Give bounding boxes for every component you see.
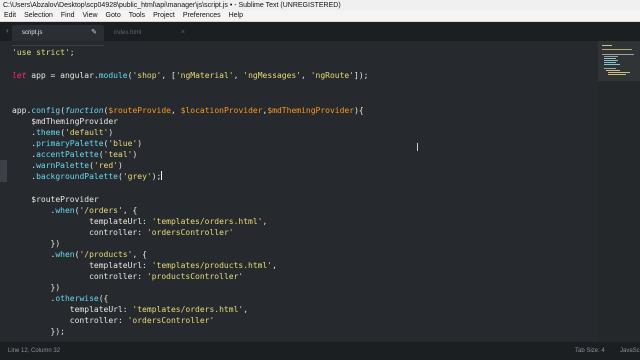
tab-script-js[interactable]: script.js ✎: [12, 25, 104, 41]
minimap-line: [602, 49, 632, 50]
minimap-line: [608, 74, 626, 75]
tab-scroll-left-icon[interactable]: ‹: [6, 26, 9, 35]
minimap-line: [604, 68, 616, 69]
fold-underline: [12, 45, 104, 46]
tab-bar: ‹ script.js ✎ index.html ×: [0, 22, 640, 41]
gutter-marker: [0, 160, 7, 171]
menu-preferences[interactable]: Preferences: [179, 11, 225, 21]
code-line-20: templateUrl: 'templates/products.html',: [12, 261, 277, 270]
code-line-25: controller: 'ordersController': [12, 316, 215, 325]
minimap-line: [606, 70, 620, 71]
code-line-9: .primaryPalette('blue'): [12, 139, 143, 148]
tab-label: index.html: [114, 30, 142, 36]
code-line-15: .when('/orders', {: [12, 206, 138, 215]
code-editor[interactable]: 'use strict'; let app = angular.module('…: [0, 41, 598, 342]
code-line-18: }): [12, 239, 61, 248]
menu-selection[interactable]: Selection: [20, 11, 57, 21]
minimap-line: [602, 54, 634, 55]
minimap-line: [604, 58, 616, 59]
code-line-14: $routeProvider: [12, 195, 99, 204]
code-line-6: app.config(function($routeProvide, $loca…: [12, 106, 364, 115]
syntax-indicator[interactable]: JavaScript: [620, 342, 640, 360]
minimap[interactable]: [598, 41, 640, 342]
code-line-22: }): [12, 283, 61, 292]
minimap-line: [608, 72, 630, 73]
code-line-23: .otherwise({: [12, 294, 109, 303]
code-line-11: .warnPalette('red'): [12, 161, 123, 170]
code-line-17: controller: 'ordersController': [12, 228, 234, 237]
menu-tools[interactable]: Tools: [125, 11, 149, 21]
minimap-line: [602, 45, 612, 46]
code-line-21: controller: 'productsController': [12, 272, 244, 281]
menu-help[interactable]: Help: [225, 11, 247, 21]
code-line-24: templateUrl: 'templates/orders.html',: [12, 305, 249, 314]
code-line-19: .when('/products', {: [12, 250, 147, 259]
code-line-7: $mdThemingProvider: [12, 117, 118, 126]
code-line-16: templateUrl: 'templates/orders.html',: [12, 217, 268, 226]
gutter-marker: [0, 171, 7, 182]
tab-index-html[interactable]: index.html ×: [104, 25, 192, 41]
window-title: C:\Users\Abzalov\Desktop\scp04928\public…: [0, 0, 640, 11]
close-icon[interactable]: ×: [181, 25, 185, 41]
code-line-8: .theme('default'): [12, 128, 114, 137]
status-bar: Line 12, Column 32 Tab Size: 4 JavaScrip…: [0, 342, 640, 360]
minimap-line: [604, 56, 618, 57]
minimap-line: [604, 60, 618, 61]
mouse-ibeam-icon: [417, 143, 420, 151]
tab-label: script.js: [22, 30, 43, 36]
code-line-1: 'use strict';: [12, 48, 75, 57]
minimap-line: [604, 64, 620, 65]
menu-view[interactable]: View: [78, 11, 101, 21]
code-line-3: let app = angular.module('shop', ['ngMat…: [12, 71, 369, 80]
menu-bar: Edit Selection Find View Goto Tools Project Pre…: [0, 11, 640, 22]
code-line-12: .backgroundPalette('grey');: [12, 171, 163, 181]
menu-goto[interactable]: Goto: [102, 11, 125, 21]
menu-project[interactable]: Project: [149, 11, 179, 21]
text-cursor: [161, 171, 163, 180]
menu-edit[interactable]: Edit: [0, 11, 20, 21]
tab-size-indicator[interactable]: Tab Size: 4: [575, 342, 605, 360]
cursor-position: Line 12, Column 32: [8, 348, 61, 354]
menu-find[interactable]: Find: [57, 11, 79, 21]
code-line-10: .accentPalette('teal'): [12, 150, 138, 159]
pencil-icon[interactable]: ✎: [91, 25, 97, 41]
minimap-line: [604, 62, 616, 63]
code-line-26: });: [12, 327, 65, 336]
minimap-viewport[interactable]: [598, 41, 640, 81]
